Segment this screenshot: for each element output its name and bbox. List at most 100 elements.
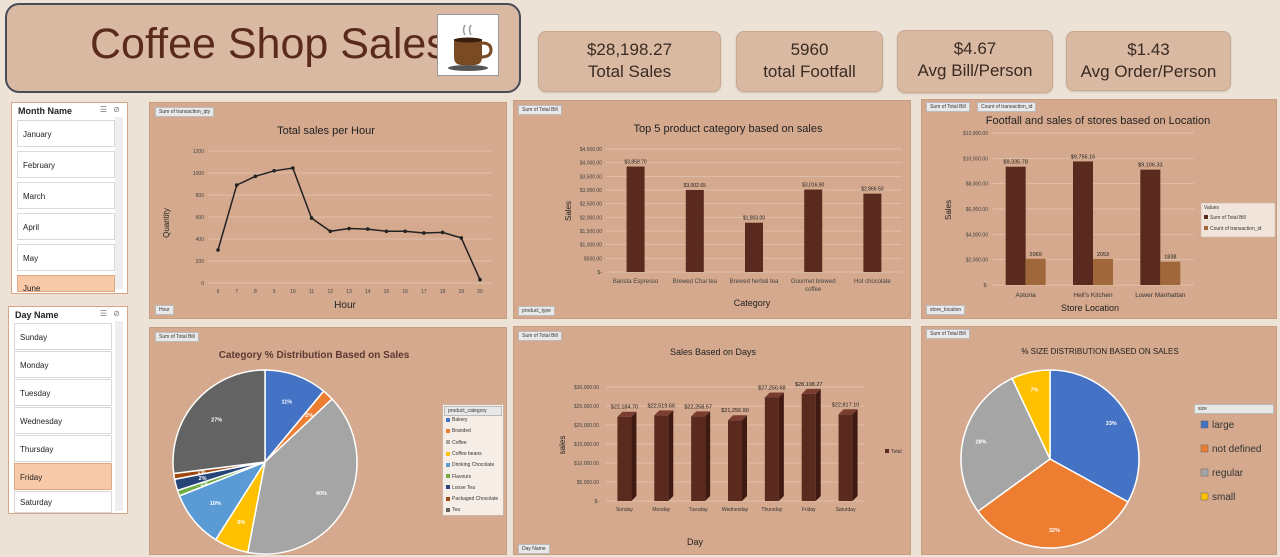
scrollbar[interactable] — [115, 117, 123, 289]
chart-hourly-panel: Sum of transaction_qty Hour Total sales … — [149, 102, 507, 319]
legend-swatch — [1200, 492, 1209, 501]
kpi-total-footfall: 5960 total Footfall — [736, 31, 883, 92]
data-label: 7% — [1030, 388, 1038, 394]
legend-item[interactable]: Tea — [446, 507, 460, 513]
y-tick-label: $4,000.00 — [966, 232, 988, 238]
kpi-label: total Footfall — [763, 62, 856, 81]
chart-top5-panel: Sum of Total Bill product_type Top 5 pro… — [513, 100, 911, 319]
slicer-item-sunday[interactable]: Sunday — [14, 323, 112, 350]
legend-label: small — [1212, 492, 1235, 503]
legend-swatch — [446, 451, 450, 456]
legend-label: Sum of Total Bill — [1210, 215, 1246, 221]
y-tick-label: $4,000.00 — [580, 161, 602, 167]
y-tick-label: $12,000.00 — [963, 131, 988, 137]
data-point — [347, 226, 351, 231]
y-tick-label: $2,500.00 — [580, 202, 602, 208]
x-tick-label: 17 — [421, 289, 427, 295]
y-tick-label: 800 — [196, 193, 205, 199]
x-tick-label: Gourmet brewed — [791, 279, 836, 285]
bar — [1160, 261, 1181, 285]
y-tick-label: $25,000.00 — [574, 404, 599, 410]
legend-item[interactable]: Coffee — [446, 440, 467, 446]
legend-item[interactable]: Coffee beans — [446, 451, 482, 457]
slicer-item-june[interactable]: June — [17, 275, 115, 292]
slicer-item-monday[interactable]: Monday — [14, 351, 112, 378]
bar — [626, 166, 645, 272]
y-tick-label: 600 — [196, 215, 205, 221]
month-slicer: Month Name ☰ ⊘ January February March Ap… — [11, 102, 128, 294]
x-tick-label: 10 — [290, 289, 296, 295]
data-point — [365, 227, 370, 231]
legend-title: Values — [1204, 205, 1219, 211]
kpi-value: $4.67 — [953, 39, 997, 58]
bar — [764, 397, 779, 501]
legend-label: Bakery — [452, 417, 468, 423]
x-tick-label: Brewed herbal tea — [730, 279, 779, 285]
x-tick-label: Wednesday — [722, 507, 749, 513]
legend-item[interactable]: Drinking Chocolate — [446, 462, 494, 468]
legend-item[interactable]: Loose Tea — [446, 485, 475, 491]
scrollbar[interactable] — [115, 321, 123, 511]
legend-item[interactable]: Packaged Chocolate — [446, 496, 498, 502]
bar-side — [815, 388, 821, 501]
legend-swatch — [1204, 215, 1208, 219]
slicer-item-january[interactable]: January — [17, 120, 115, 147]
slicer-item-april[interactable]: April — [17, 213, 115, 240]
legend-label: Count of transaction_id — [1210, 226, 1262, 232]
x-tick-label: Brewed Chai tea — [673, 279, 718, 285]
kpi-label: Avg Order/Person — [1080, 62, 1217, 81]
slicer-item-march[interactable]: March — [17, 182, 115, 209]
slicer-item-may[interactable]: May — [17, 244, 115, 271]
x-tick-label: 8 — [254, 289, 257, 295]
legend-item[interactable]: Bakery — [446, 417, 468, 423]
kpi-label: Avg Bill/Person — [917, 61, 1033, 80]
chart-title: Sales Based on Days — [670, 347, 757, 357]
multi-select-icon[interactable]: ☰ ⊘ — [100, 309, 122, 318]
slicer-item-saturday[interactable]: Saturday — [14, 491, 112, 513]
data-label: 2069 — [1030, 252, 1042, 258]
data-label: $22,258.57 — [684, 404, 712, 410]
legend-label: Drinking Chocolate — [452, 462, 495, 469]
slicer-item-thursday[interactable]: Thursday — [14, 435, 112, 462]
y-tick-label: 200 — [196, 259, 205, 265]
legend-item[interactable]: Branded — [446, 428, 471, 434]
data-label: 11% — [281, 399, 292, 405]
data-label: 27% — [211, 417, 222, 423]
chart-title: Total sales per Hour — [277, 125, 375, 137]
data-label: 33% — [1106, 421, 1117, 427]
multi-select-icon[interactable]: ☰ ⊘ — [100, 105, 122, 114]
data-label: 1838 — [1164, 255, 1176, 261]
y-axis-label: sales — [558, 436, 567, 455]
chart-title: Footfall and sales of stores based on Lo… — [986, 115, 1210, 127]
y-tick-label: $1,000.00 — [580, 243, 602, 249]
x-tick-label: 19 — [459, 289, 465, 295]
kpi-value: $28,198.27 — [586, 40, 673, 59]
legend-swatch — [1200, 444, 1209, 453]
data-label: 32% — [1049, 528, 1060, 534]
data-point — [253, 174, 258, 179]
bar — [1005, 166, 1026, 285]
slicer-item-tuesday[interactable]: Tuesday — [14, 379, 112, 406]
data-label: $9,106.33 — [1138, 163, 1162, 169]
series-line — [217, 167, 481, 281]
legend-item[interactable]: Flavours — [446, 474, 471, 480]
bar-side — [705, 411, 711, 501]
data-label: 6% — [237, 520, 245, 526]
slicer-item-friday[interactable]: Friday — [14, 463, 112, 490]
bar — [863, 193, 882, 272]
kpi-label: Total Sales — [587, 62, 672, 81]
chart-title: % SIZE DISTRIBUTION BASED ON SALES — [1021, 347, 1178, 356]
x-tick-label: 15 — [384, 289, 390, 295]
hourly-line-chart: Total sales per Hour 0 200 400 600 800 1000 120… — [162, 125, 492, 311]
legend-label: large — [1212, 420, 1235, 431]
bar-side — [778, 392, 784, 501]
bar — [838, 414, 853, 501]
legend-field-button[interactable]: product_category — [444, 406, 502, 416]
legend-label: Coffee beans — [452, 450, 482, 457]
slicer-item-february[interactable]: February — [17, 151, 115, 178]
kpi-value: $1.43 — [1127, 40, 1170, 59]
x-axis-label: Category — [734, 298, 771, 308]
category-legend[interactable]: product_category Bakery Branded Coffee Coff… — [442, 404, 504, 516]
slicer-item-wednesday[interactable]: Wednesday — [14, 407, 112, 434]
y-tick-label: $2,000.00 — [966, 258, 988, 264]
